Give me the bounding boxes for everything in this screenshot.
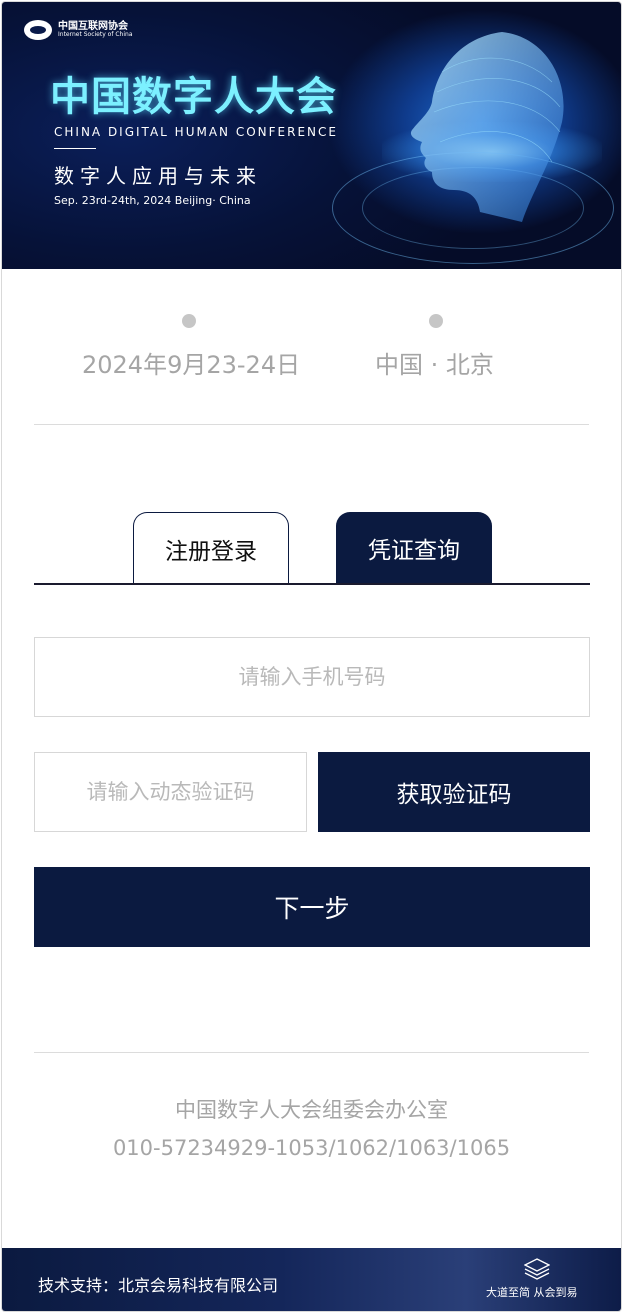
verification-code-input[interactable] [34,752,307,832]
tech-support-text: 技术支持：北京会易科技有限公司 [38,1276,279,1295]
banner-rule [54,148,96,149]
banner-subtitle-cn: 数字人应用与未来 [54,164,262,188]
next-step-button[interactable]: 下一步 [34,867,590,947]
huiyi-logo-icon [524,1258,550,1280]
page-frame: 中国互联网协会 Internet Society of China 中国数字人大… [1,1,622,1312]
banner-subtitle-en: CHINA DIGITAL HUMAN CONFERENCE [54,125,338,139]
logo-org-en: Internet Society of China [58,31,133,39]
digital-face-icon [410,32,564,222]
contact-org: 中国数字人大会组委会办公室 [175,1098,448,1122]
get-code-button[interactable]: 获取验证码 [318,752,590,832]
date-dot [182,314,196,328]
top-divider [34,424,589,425]
tab-credential-query[interactable]: 凭证查询 [336,512,492,584]
location-dot [429,314,443,328]
isc-logo: 中国互联网协会 Internet Society of China [24,20,133,40]
isc-logo-icon [24,20,52,40]
footer-slogan: 大道至简 从会到易 [486,1286,578,1299]
contact-phone: 010-57234929-1053/1062/1063/1065 [112,1136,511,1160]
event-date: 2024年9月23-24日 [82,351,301,379]
tab-register-login[interactable]: 注册登录 [133,512,289,584]
tabs-underline [34,583,590,585]
banner-title: 中国数字人大会 [50,74,337,120]
banner-date-location: Sep. 23rd-24th, 2024 Beijing· China [54,194,251,207]
footer-bar: 技术支持：北京会易科技有限公司 大道至简 从会到易 [2,1248,621,1311]
phone-input[interactable] [34,637,590,717]
event-location: 中国 · 北京 [375,351,494,379]
bottom-divider [34,1052,589,1053]
conference-banner: 中国互联网协会 Internet Society of China 中国数字人大… [2,2,621,269]
